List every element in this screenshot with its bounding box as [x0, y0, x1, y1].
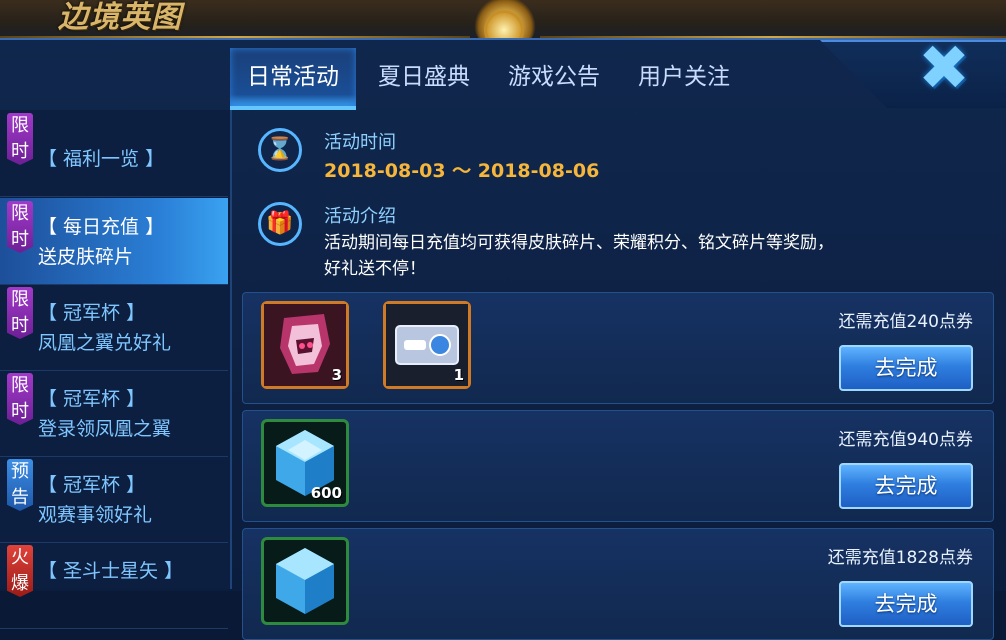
limited-badge: 限时 [7, 113, 33, 165]
sidebar: 限时 【 福利一览 】 限时 【 每日充值 】 送皮肤碎片 限时 【 冠军杯 】… [0, 110, 232, 629]
sidebar-item-sublabel: 凤凰之翼兑好礼 [38, 332, 172, 354]
complete-button[interactable]: 去完成 [839, 581, 973, 627]
crystal-icon[interactable] [261, 537, 349, 625]
limited-badge: 限时 [7, 287, 33, 339]
tab-user-follow[interactable]: 用户关注 [622, 48, 746, 106]
sidebar-item-label: 【 冠军杯 】 [38, 302, 146, 324]
sidebar-item-label: 【 每日充值 】 [38, 216, 165, 238]
sidebar-item-daily-recharge[interactable]: 限时 【 每日充值 】 送皮肤碎片 [0, 198, 228, 285]
recharge-task-row: 还需充值1828点券 去完成 [242, 528, 994, 640]
limited-badge: 限时 [7, 373, 33, 425]
activity-intro-label: 活动介绍 [324, 206, 396, 227]
complete-button[interactable]: 去完成 [839, 463, 973, 509]
tab-daily-activities[interactable]: 日常活动 [230, 48, 356, 110]
sidebar-item-sublabel: 送皮肤碎片 [38, 246, 134, 268]
tab-bar: 日常活动 夏日盛典 游戏公告 用户关注 [230, 40, 850, 110]
hot-badge: 火爆 [7, 545, 33, 597]
recharge-requirement: 还需充值1828点券 [827, 548, 973, 568]
complete-button[interactable]: 去完成 [839, 345, 973, 391]
gift-icon: 🎁 [258, 202, 302, 246]
recharge-task-row: 3 1 还需充值240点券 去完成 [242, 292, 994, 404]
recharge-task-row: 600 还需充值940点券 去完成 [242, 410, 994, 522]
sidebar-item-label: 【 福利一览 】 [38, 148, 165, 170]
activity-intro-line1: 活动期间每日充值均可获得皮肤碎片、荣耀积分、铭文碎片等奖励， [324, 233, 834, 253]
sidebar-item-saint-seiya[interactable]: 火爆 【 圣斗士星矢 】 [0, 542, 228, 629]
skin-fragment-icon[interactable]: 3 [261, 301, 349, 389]
sidebar-item-label: 【 圣斗士星矢 】 [38, 560, 184, 582]
close-icon[interactable]: ✖ [914, 37, 974, 99]
tab-summer-festival[interactable]: 夏日盛典 [362, 48, 486, 106]
sidebar-item-sublabel: 登录领凤凰之翼 [38, 418, 172, 440]
sidebar-item-label: 【 冠军杯 】 [38, 388, 146, 410]
recharge-requirement: 还需充值940点券 [838, 430, 973, 450]
activity-time-label: 活动时间 [324, 132, 396, 153]
sidebar-item-champion-cup-login[interactable]: 限时 【 冠军杯 】 登录领凤凰之翼 [0, 370, 228, 457]
hourglass-icon: ⌛ [258, 128, 302, 172]
reward-count: 1 [453, 366, 464, 384]
tab-game-announcements[interactable]: 游戏公告 [492, 48, 616, 106]
reward-count: 600 [310, 484, 342, 502]
sidebar-item-champion-cup-exchange[interactable]: 限时 【 冠军杯 】 凤凰之翼兑好礼 [0, 284, 228, 371]
crystal-icon[interactable]: 600 [261, 419, 349, 507]
sidebar-item-welfare[interactable]: 限时 【 福利一览 】 [0, 110, 228, 197]
sidebar-item-label: 【 冠军杯 】 [38, 474, 146, 496]
limited-badge: 限时 [7, 201, 33, 253]
preview-badge: 预告 [7, 459, 33, 511]
sidebar-item-sublabel: 观赛事领好礼 [38, 504, 153, 526]
crystal-art [276, 548, 334, 614]
reward-count: 3 [331, 366, 342, 384]
activity-intro-line2: 好礼送不停！ [324, 259, 426, 279]
activity-time-value: 2018-08-03 ～ 2018-08-06 [324, 160, 600, 182]
ticket-icon[interactable]: 1 [383, 301, 471, 389]
banner-title: 边境英图 [58, 0, 182, 35]
sidebar-item-champion-cup-watch[interactable]: 预告 【 冠军杯 】 观赛事领好礼 [0, 456, 228, 543]
recharge-requirement: 还需充值240点券 [838, 312, 973, 332]
